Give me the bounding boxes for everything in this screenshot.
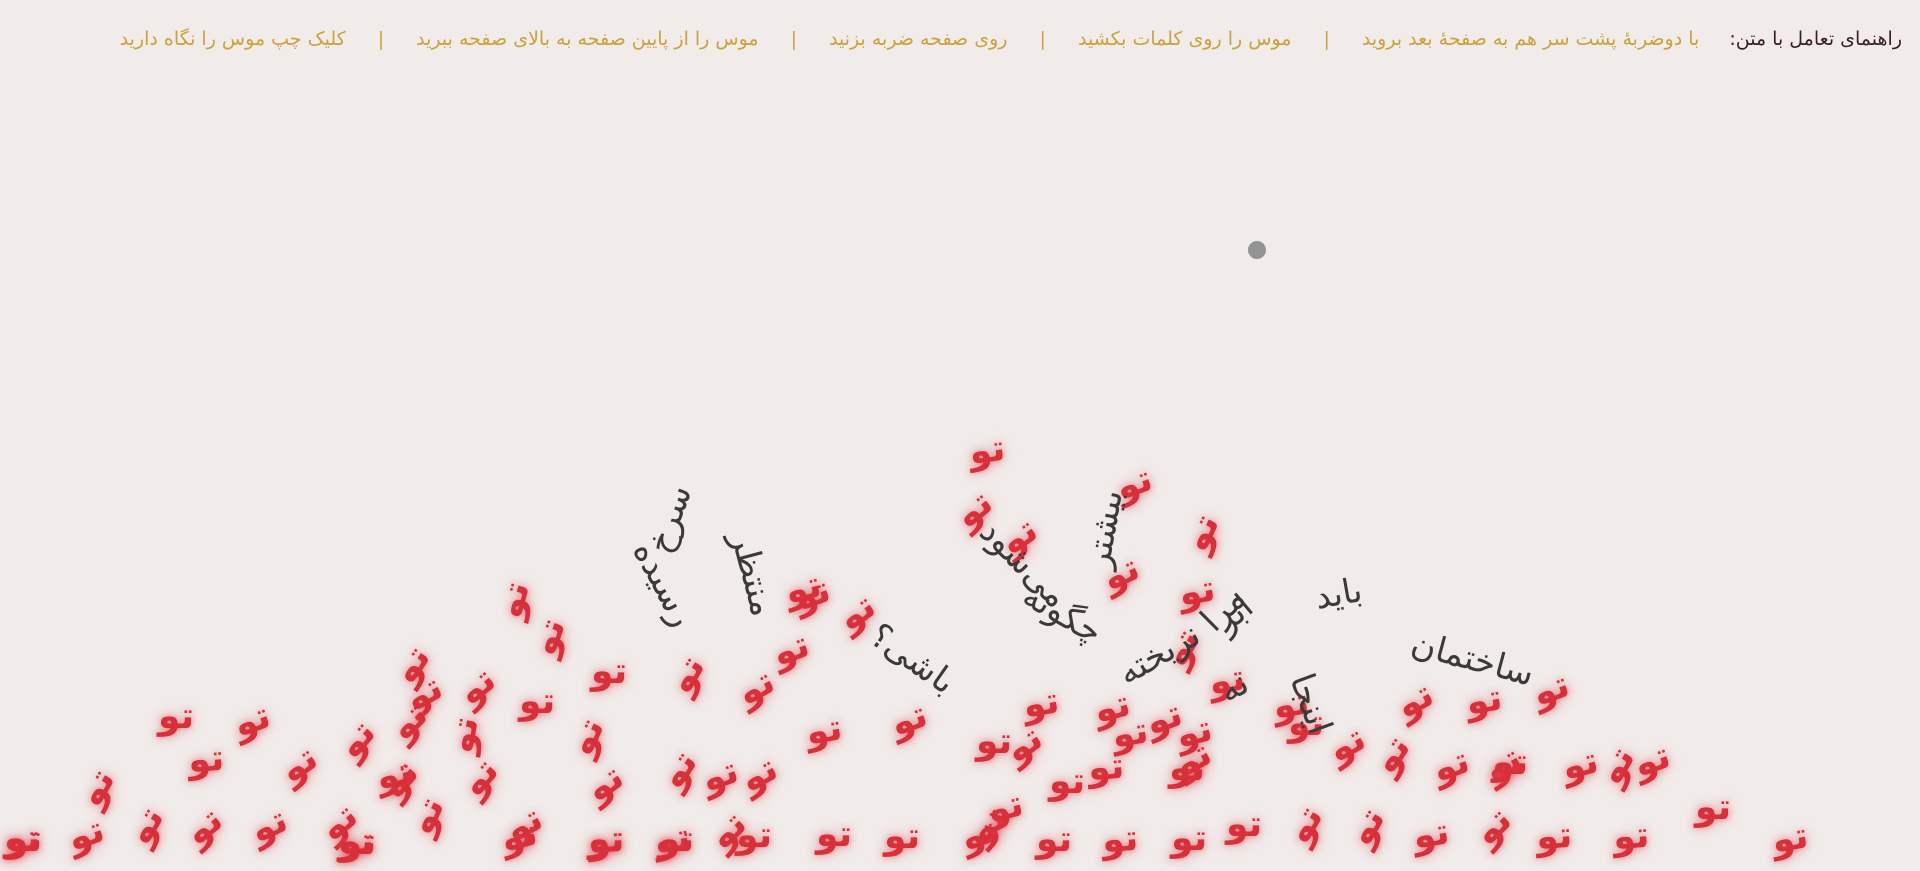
- falling-word-tile[interactable]: تو: [730, 661, 782, 715]
- falling-word-tile[interactable]: تو: [1364, 728, 1418, 781]
- falling-word-tile[interactable]: تو: [6, 822, 42, 858]
- falling-word-tile[interactable]: تو: [1769, 815, 1812, 862]
- falling-word-tile[interactable]: تو: [228, 695, 276, 746]
- falling-word-tile[interactable]: تو: [966, 428, 1007, 474]
- poem-word[interactable]: باید: [1312, 570, 1365, 618]
- falling-word-tile[interactable]: تو: [1492, 745, 1528, 781]
- falling-word-tile[interactable]: تو: [816, 817, 852, 853]
- falling-word-tile[interactable]: تو: [1171, 821, 1207, 857]
- falling-word-tile[interactable]: تو: [588, 822, 624, 858]
- falling-word-tile[interactable]: تو: [1427, 740, 1475, 791]
- falling-word-tile[interactable]: تو: [452, 751, 507, 805]
- falling-word-tile[interactable]: تو: [884, 819, 920, 855]
- falling-word-tile[interactable]: تو: [1611, 815, 1651, 859]
- falling-word-tile[interactable]: تو: [177, 799, 231, 854]
- poem-word[interactable]: نریخته: [1111, 615, 1207, 694]
- falling-word-tile[interactable]: تو: [1340, 801, 1394, 853]
- poem-word[interactable]: سرخ: [639, 480, 700, 559]
- falling-word-tile[interactable]: تو: [1534, 815, 1574, 859]
- falling-word-tile[interactable]: تو: [733, 748, 785, 802]
- falling-word-tile[interactable]: تو: [1410, 811, 1453, 858]
- falling-word-tile[interactable]: تو: [70, 762, 124, 814]
- falling-words-stage[interactable]: تو تو تو تو تو تو تو تو تو تو تو تو تو تو تو تو تو تو تو تو…: [0, 0, 1920, 871]
- falling-word-tile[interactable]: تو: [489, 577, 538, 622]
- falling-word-tile[interactable]: تو: [1628, 735, 1676, 786]
- poem-word[interactable]: منتظر: [722, 528, 783, 621]
- poem-word[interactable]: باشی؟: [862, 615, 963, 702]
- falling-word-tile[interactable]: تو: [272, 737, 325, 791]
- falling-word-tile[interactable]: تو: [1049, 764, 1085, 800]
- falling-word-tile[interactable]: تو: [982, 783, 1027, 832]
- falling-word-tile[interactable]: تو: [1389, 674, 1441, 728]
- falling-word-tile[interactable]: تو: [651, 743, 705, 796]
- falling-word-tile[interactable]: تو: [338, 824, 374, 860]
- falling-word-tile[interactable]: تو: [186, 738, 226, 782]
- falling-word-tile[interactable]: تو: [1036, 822, 1072, 858]
- falling-word-tile[interactable]: تو: [767, 624, 815, 675]
- falling-word-tile[interactable]: تو: [1169, 751, 1205, 787]
- falling-word-tile[interactable]: تو: [1465, 799, 1520, 854]
- falling-word-tile[interactable]: تو: [803, 707, 846, 754]
- falling-word-tile[interactable]: تو: [1020, 680, 1063, 727]
- falling-word-tile[interactable]: تو: [440, 714, 487, 757]
- falling-word-tile[interactable]: تو: [1175, 508, 1227, 558]
- falling-word-tile[interactable]: تو: [736, 818, 772, 854]
- falling-word-tile[interactable]: تو: [62, 809, 110, 860]
- falling-word-tile[interactable]: تو: [578, 756, 631, 810]
- falling-word-tile[interactable]: تو: [1226, 807, 1262, 843]
- falling-word-tile[interactable]: تو: [1695, 790, 1731, 826]
- falling-word-tile[interactable]: تو: [658, 822, 694, 858]
- falling-word-tile[interactable]: تو: [660, 649, 714, 701]
- falling-word-tile[interactable]: تو: [591, 654, 627, 690]
- falling-word-tile[interactable]: تو: [1527, 664, 1575, 715]
- falling-word-tile[interactable]: تو: [1278, 799, 1332, 851]
- falling-word-tile[interactable]: تو: [1557, 740, 1602, 789]
- falling-word-tile[interactable]: تو: [244, 799, 294, 851]
- falling-word-tile[interactable]: تو: [885, 694, 933, 745]
- falling-word-tile[interactable]: تو: [400, 791, 452, 841]
- falling-word-tile[interactable]: تو: [519, 684, 555, 720]
- falling-word-tile[interactable]: تو: [371, 750, 416, 799]
- falling-word-tile[interactable]: تو: [523, 613, 574, 661]
- falling-word-tile[interactable]: تو: [1100, 818, 1140, 862]
- falling-word-tile[interactable]: تو: [696, 750, 744, 801]
- falling-word-tile[interactable]: تو: [560, 712, 612, 762]
- falling-word-tile[interactable]: تو: [119, 800, 173, 852]
- falling-word-tile[interactable]: تو: [158, 699, 194, 735]
- falling-word-tile[interactable]: تو: [450, 659, 504, 714]
